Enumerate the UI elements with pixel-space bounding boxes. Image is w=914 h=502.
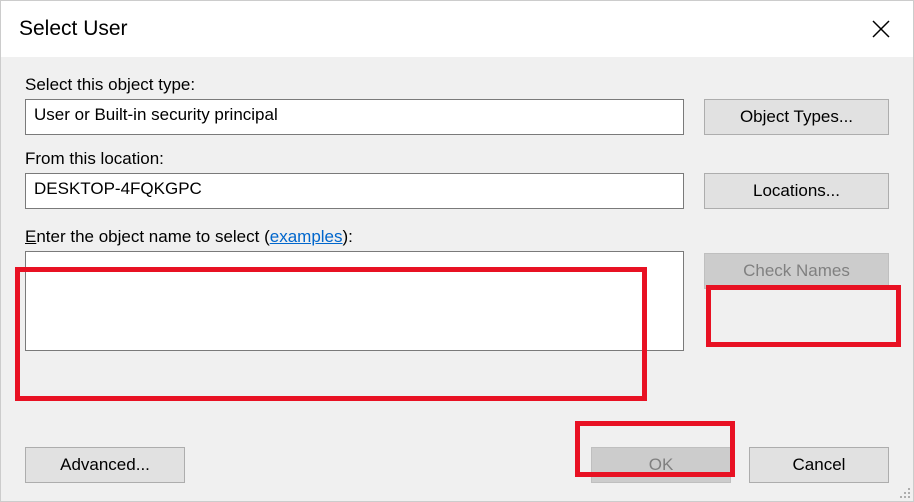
examples-link[interactable]: examples [270,227,343,246]
dialog-content: Select this object type: User or Built-i… [1,57,913,501]
object-name-label: Enter the object name to select (example… [25,227,684,247]
object-name-mnemonic: E [25,227,36,246]
location-row: From this location: DESKTOP-4FQKGPC Loca… [25,149,889,209]
x-icon [871,19,891,39]
locations-button[interactable]: Locations... [704,173,889,209]
check-names-button[interactable]: Check Names [704,253,889,289]
object-type-field: User or Built-in security principal [25,99,684,135]
object-name-row: Enter the object name to select (example… [25,227,889,356]
object-name-input[interactable] [25,251,684,351]
close-icon[interactable] [861,9,901,49]
resize-grip-icon[interactable] [895,483,911,499]
object-name-label-text: nter the object name to select ( [36,227,269,246]
bottom-button-row: Advanced... OK Cancel [25,447,889,483]
location-field: DESKTOP-4FQKGPC [25,173,684,209]
cancel-button[interactable]: Cancel [749,447,889,483]
titlebar: Select User [1,1,913,57]
dialog-title: Select User [19,17,128,41]
object-type-row: Select this object type: User or Built-i… [25,75,889,135]
ok-button[interactable]: OK [591,447,731,483]
object-name-label-suffix: ): [343,227,353,246]
advanced-button[interactable]: Advanced... [25,447,185,483]
object-type-label: Select this object type: [25,75,684,95]
location-label: From this location: [25,149,684,169]
object-types-button[interactable]: Object Types... [704,99,889,135]
